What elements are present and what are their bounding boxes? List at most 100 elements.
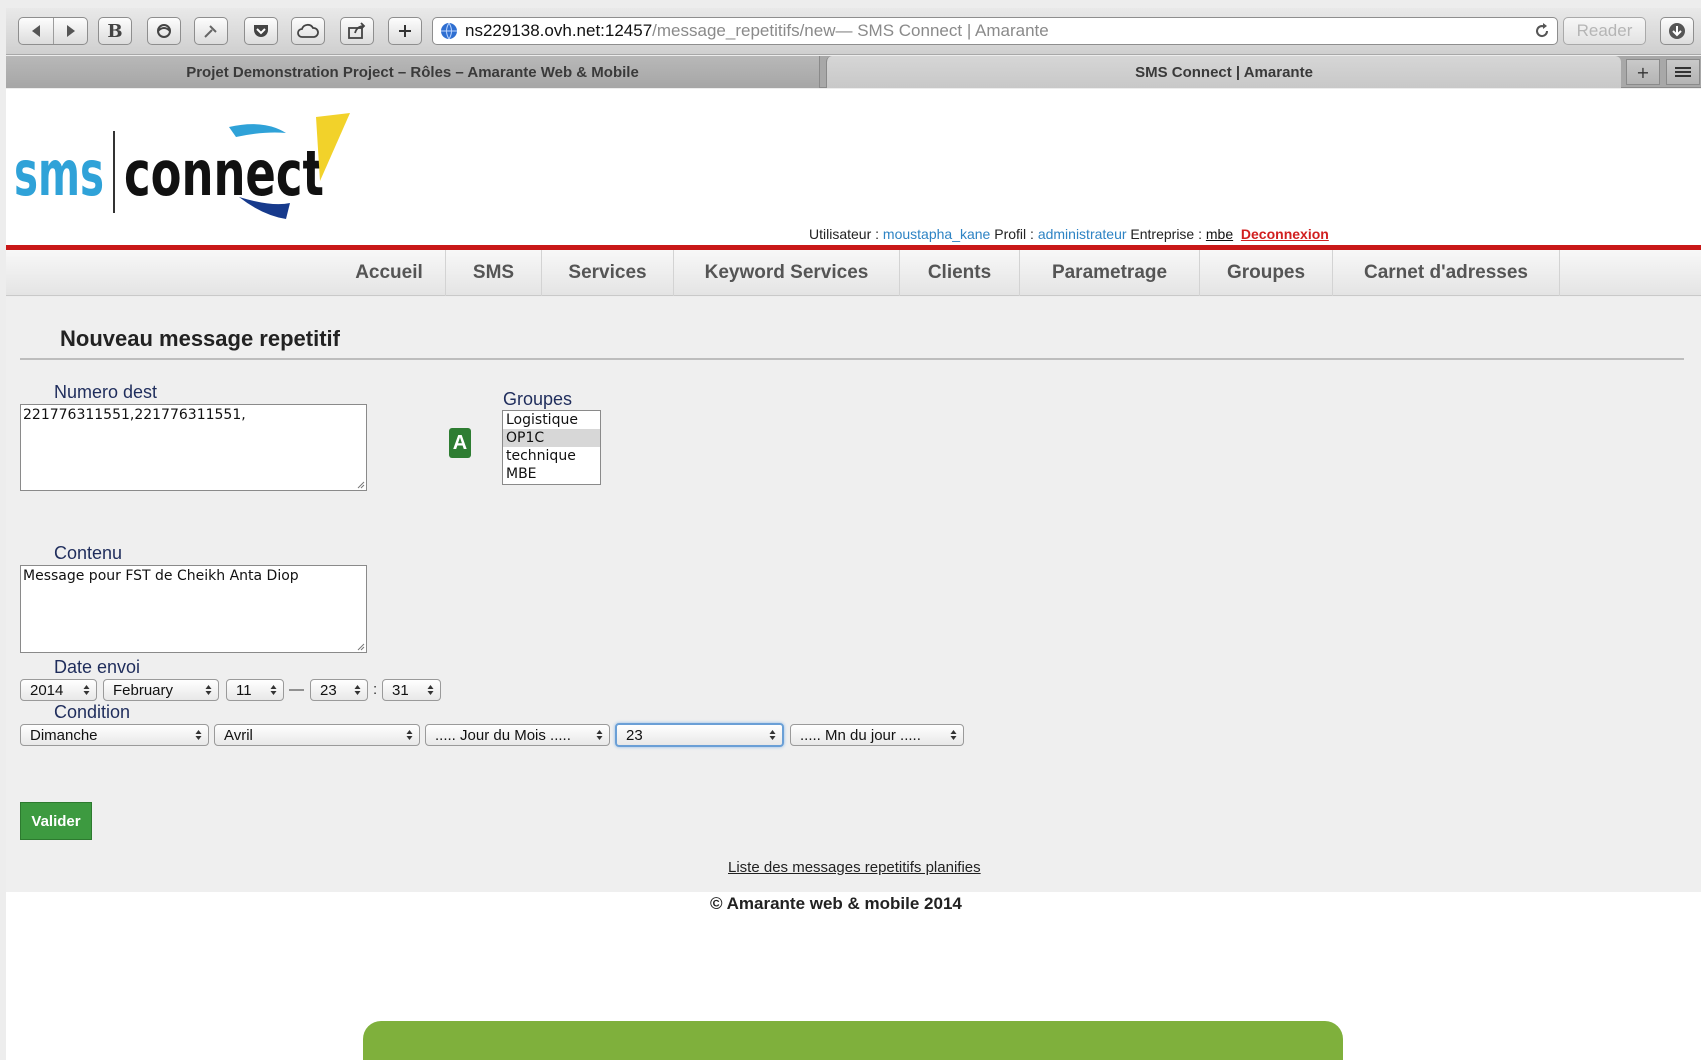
company-label: Entreprise : [1126,226,1206,242]
select-arrows-icon [596,730,603,740]
condition-weekday-value: Dimanche [30,726,98,744]
month-value: February [113,681,174,699]
new-tab-button[interactable]: + [1626,59,1660,85]
cloud-icon[interactable] [291,17,325,45]
back-forward-buttons[interactable] [18,17,88,45]
repetitive-messages-list-link[interactable]: Liste des messages repetitifs planifies [728,859,981,876]
hour-select[interactable]: 23 [310,679,368,701]
nav-sms[interactable]: SMS [446,250,542,296]
nav-accueil[interactable]: Accueil [333,250,446,296]
time-colon: : [373,681,378,698]
profile-label: Profil : [990,226,1038,242]
valider-button[interactable]: Valider [20,802,92,840]
select-arrows-icon [205,685,212,695]
user-value: moustapha_kane [882,226,991,242]
pocket-icon[interactable] [244,17,278,45]
address-bar[interactable]: ns229138.ovh.net:12457 /message_repetiti… [432,17,1558,45]
condition-minute-of-day-select[interactable]: ..... Mn du jour ..... [790,724,964,746]
year-value: 2014 [30,681,64,699]
select-arrows-icon [406,730,413,740]
select-arrows-icon [427,685,434,695]
sms-connect-logo[interactable]: sms connect [14,111,354,227]
nav-parametrage[interactable]: Parametrage [1020,250,1200,296]
pin-icon[interactable] [194,17,228,45]
date-time-dash: — [289,681,304,698]
hour-value: 23 [320,681,337,699]
nav-carnet-adresses[interactable]: Carnet d'adresses [1333,250,1560,296]
condition-value: 23 [626,726,643,744]
select-arrows-icon [769,730,776,740]
logo-sms: sms [14,137,104,210]
date-envoi-label: Date envoi [54,657,141,677]
condition-month-value: Avril [224,726,253,744]
condition-day-of-month-select[interactable]: ..... Jour du Mois ..... [425,724,610,746]
title-divider [20,358,1684,360]
url-title: — SMS Connect | Amarante [835,21,1049,40]
year-select[interactable]: 2014 [20,679,97,701]
groupes-option[interactable]: technique [503,447,600,465]
forward-icon[interactable] [53,18,87,44]
copyright-text: © Amarante web & mobile 2014 [710,894,962,913]
tab-strip: Projet Demonstration Project – Rôles – A… [6,56,1701,88]
address-book-badge[interactable]: A [449,428,471,458]
groupes-option[interactable]: Logistique [503,411,600,429]
resize-handle-icon[interactable] [356,642,365,651]
logo-connect: connect [124,137,324,210]
select-arrows-icon [950,730,957,740]
tab-projet[interactable]: Projet Demonstration Project – Rôles – A… [6,56,820,88]
user-label: Utilisateur : [809,226,883,242]
logout-link[interactable]: Deconnexion [1241,226,1329,242]
condition-label: Condition [54,702,131,722]
nav-clients[interactable]: Clients [900,250,1020,296]
profile-value: administrateur [1037,226,1127,242]
minute-select[interactable]: 31 [382,679,441,701]
browser-toolbar: B ns229138.ovh.net:12457 /message_repeti… [6,8,1701,55]
groupes-option[interactable]: MBE [503,465,600,483]
user-info-bar: Utilisateur : moustapha_kane Profil : ad… [809,226,1329,242]
groupes-label: Groupes [503,389,573,409]
select-arrows-icon [270,685,277,695]
extension-swirl-icon[interactable] [147,17,181,45]
tab-sms-connect[interactable]: SMS Connect | Amarante [826,56,1621,88]
green-panel [363,1021,1343,1060]
day-select[interactable]: 11 [226,679,284,701]
groupes-option-selected[interactable]: OP1C [503,429,600,447]
groupes-listbox[interactable]: Logistique OP1C technique MBE [502,410,601,485]
nav-services[interactable]: Services [542,250,674,296]
nav-keyword-services[interactable]: Keyword Services [674,250,900,296]
back-icon[interactable] [19,18,53,44]
tab-list-icon[interactable] [1666,59,1700,85]
main-nav: Accueil SMS Services Keyword Services Cl… [6,250,1701,296]
condition-day-of-month-value: ..... Jour du Mois ..... [435,726,571,744]
condition-weekday-select[interactable]: Dimanche [20,724,209,746]
numero-dest-value: 221776311551,221776311551, [23,407,246,423]
month-select[interactable]: February [103,679,219,701]
select-arrows-icon [83,685,90,695]
contenu-value: Message pour FST de Cheikh Anta Diop [23,568,299,584]
condition-minute-of-day-value: ..... Mn du jour ..... [800,726,921,744]
numero-label: Numero dest [54,382,158,402]
numero-dest-textarea[interactable]: 221776311551,221776311551, [20,404,367,491]
reader-button[interactable]: Reader [1563,17,1646,45]
nav-groupes[interactable]: Groupes [1200,250,1333,296]
add-bookmark-icon[interactable] [388,17,422,45]
day-value: 11 [236,681,252,699]
contenu-label: Contenu [54,543,123,563]
condition-month-select[interactable]: Avril [214,724,420,746]
globe-icon [441,22,457,40]
minute-value: 31 [392,681,409,699]
resize-handle-icon[interactable] [356,480,365,489]
condition-value-select[interactable]: 23 [615,723,784,747]
page-header: sms connect [6,89,1701,245]
reload-icon[interactable] [1533,22,1551,40]
company-link[interactable]: mbe [1206,226,1233,242]
url-host: ns229138.ovh.net:12457 [465,21,653,40]
download-icon[interactable] [1660,17,1694,45]
select-arrows-icon [195,730,202,740]
page-title: Nouveau message repetitif [60,326,340,351]
share-icon[interactable] [340,17,374,45]
bookmarklet-b-icon[interactable]: B [98,17,132,45]
select-arrows-icon [354,685,361,695]
url-path: /message_repetitifs/new [652,21,836,40]
contenu-textarea[interactable]: Message pour FST de Cheikh Anta Diop [20,565,367,653]
